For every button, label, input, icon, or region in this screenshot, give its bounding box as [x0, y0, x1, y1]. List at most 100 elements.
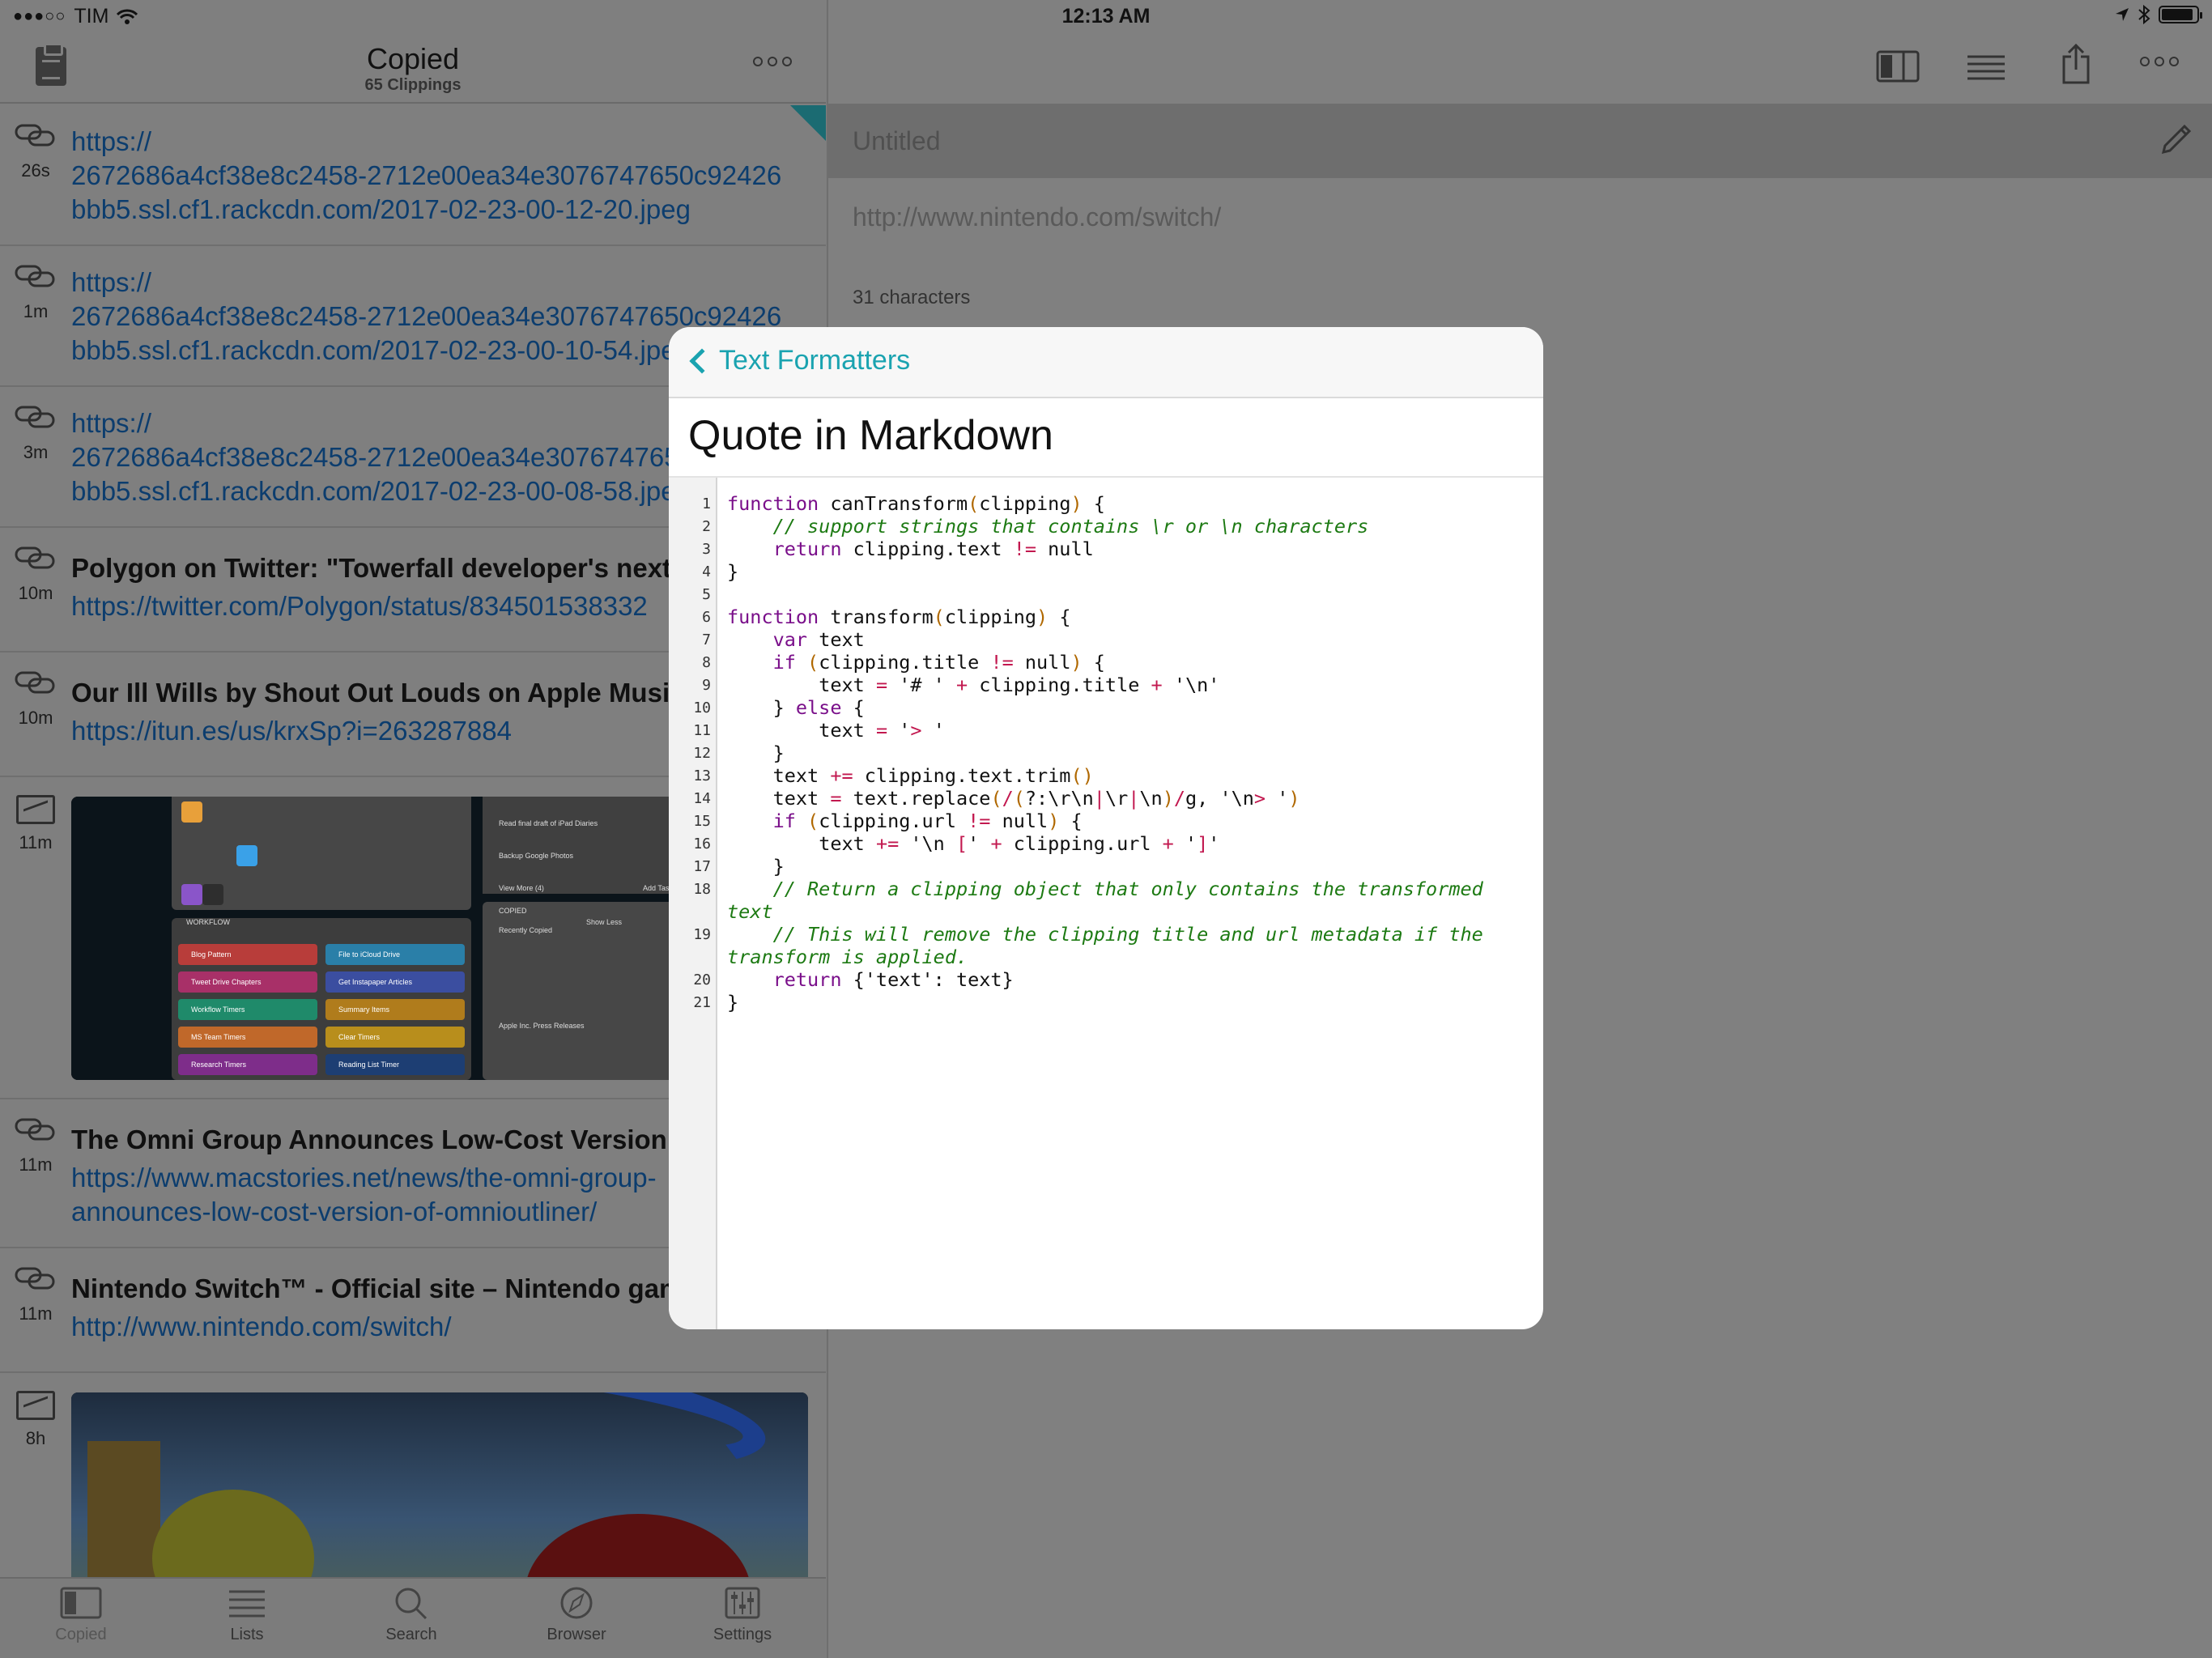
- code-token: ): [1070, 492, 1083, 515]
- code-token: {'text': text}: [841, 968, 1014, 991]
- code-editor[interactable]: 1 function canTransform(clipping) {2 // s…: [669, 478, 1543, 1329]
- clipping-age: 10m: [18, 583, 53, 603]
- pencil-icon[interactable]: [2157, 121, 2194, 159]
- code-token: ': [968, 832, 991, 855]
- link-icon: [15, 1117, 55, 1141]
- tab-settings[interactable]: Settings: [682, 1587, 803, 1644]
- clipping-title-field[interactable]: Untitled: [853, 126, 941, 156]
- code-token: (: [807, 810, 819, 832]
- code-token: !=: [990, 651, 1014, 674]
- code-token: }: [727, 742, 785, 764]
- code-line: 21}: [669, 991, 1543, 1014]
- code-text: // This will remove the clipping title a…: [727, 923, 1511, 968]
- popover-nav-bar: Text Formatters: [669, 327, 1543, 398]
- workflow-action-button: Tweet Drive Chapters: [178, 971, 317, 993]
- battery-icon: [2159, 6, 2202, 23]
- code-text: }: [727, 991, 1511, 1014]
- tab-search[interactable]: Search: [351, 1587, 472, 1644]
- code-token: function: [727, 492, 819, 515]
- code-line: 6 function transform(clipping) {: [669, 606, 1543, 628]
- code-token: {: [1048, 606, 1071, 628]
- thumbnail-text: View More (4): [499, 884, 544, 892]
- thumbnail-text: WORKFLOW: [186, 918, 230, 926]
- workflow-action-button: Summary Items: [325, 999, 465, 1020]
- clippings-nav-bar: Copied 65 Clippings: [0, 32, 826, 104]
- clipping-url[interactable]: 2672686a4cf38e8c2458-2712e00ea34e3076747…: [71, 159, 826, 193]
- code-token: !=: [968, 810, 991, 832]
- code-token: [: [955, 832, 968, 855]
- clipping-row[interactable]: 26s https://2672686a4cf38e8c2458-2712e00e…: [0, 105, 826, 246]
- code-line: 7 var text: [669, 628, 1543, 651]
- more-icon[interactable]: [753, 57, 792, 66]
- workflow-action-button: Research Timers: [178, 1054, 317, 1075]
- tab-label: Copied: [55, 1626, 107, 1643]
- clipping-url[interactable]: https://: [71, 125, 826, 159]
- code-token: // This will remove the clipping title a…: [727, 923, 1495, 968]
- app-icon: [181, 884, 202, 905]
- code-token: // Return a clipping object that only co…: [727, 878, 1495, 923]
- code-token: ): [1288, 787, 1300, 810]
- game-thumbnail[interactable]: [71, 1392, 808, 1577]
- code-token: +: [990, 832, 1002, 855]
- clipping-age: 8h: [25, 1428, 46, 1448]
- code-text: return clipping.text != null: [727, 538, 1511, 560]
- line-number: 11: [693, 722, 711, 739]
- code-text: text = text.replace(/(?:\r\n|\r|\n)/g, '…: [727, 787, 1511, 810]
- code-token: else: [795, 696, 842, 719]
- tab-browser[interactable]: Browser: [516, 1587, 637, 1644]
- clock: 12:13 AM: [1061, 5, 1151, 28]
- lists-icon: [226, 1587, 268, 1619]
- clipping-content[interactable]: http://www.nintendo.com/switch/: [853, 202, 1221, 232]
- code-line: 10 } else {: [669, 696, 1543, 719]
- code-line: 16 text += '\n [' + clipping.url + ']': [669, 832, 1543, 855]
- code-lines[interactable]: 1 function canTransform(clipping) {2 // s…: [669, 492, 1543, 1014]
- code-text: }: [727, 560, 1511, 583]
- link-icon: [15, 123, 55, 147]
- code-token: (: [807, 651, 819, 674]
- thumbnail-text: COPIED: [499, 907, 527, 915]
- image-icon: [16, 795, 55, 824]
- code-token: |: [1128, 787, 1140, 810]
- list-lines-icon[interactable]: [1966, 50, 2006, 83]
- code-token: ): [1036, 606, 1049, 628]
- tab-lists[interactable]: Lists: [186, 1587, 308, 1644]
- code-token: // support strings that contains \r or \…: [772, 515, 1369, 538]
- back-button[interactable]: Text Formatters: [687, 345, 910, 376]
- chevron-left-icon: [689, 347, 715, 374]
- code-text: } else {: [727, 696, 1511, 719]
- code-text: function canTransform(clipping) {: [727, 492, 1511, 515]
- clipping-row[interactable]: 8h: [0, 1373, 826, 1577]
- code-text: var text: [727, 628, 1511, 651]
- location-icon: [2116, 8, 2129, 21]
- link-icon: [15, 1266, 55, 1290]
- tab-copied[interactable]: Copied: [20, 1587, 142, 1644]
- code-token: !=: [1013, 538, 1037, 560]
- code-token: \n: [1139, 787, 1163, 810]
- code-line: 15 if (clipping.url != null) {: [669, 810, 1543, 832]
- clipping-url[interactable]: https://: [71, 266, 826, 300]
- code-token: (: [933, 606, 945, 628]
- workflow-action-button: Get Instapaper Articles: [325, 971, 465, 993]
- code-text: return {'text': text}: [727, 968, 1511, 991]
- code-token: ): [1162, 787, 1174, 810]
- code-token: }: [727, 696, 796, 719]
- code-line: 14 text = text.replace(/(?:\r\n|\r|\n)/g…: [669, 787, 1543, 810]
- sidebar-toggle-icon[interactable]: [1876, 50, 1920, 83]
- clipping-age: 11m: [19, 1303, 53, 1324]
- formatter-title[interactable]: Quote in Markdown: [688, 411, 1053, 460]
- line-number: 10: [693, 699, 711, 716]
- clippings-count: 65 Clippings: [364, 76, 462, 94]
- share-icon[interactable]: [2061, 44, 2091, 84]
- detail-more-icon[interactable]: [2140, 57, 2179, 66]
- clipping-title-row[interactable]: Untitled: [828, 104, 2212, 178]
- code-token: clipping.text: [841, 538, 1014, 560]
- code-token: g, '\n: [1185, 787, 1254, 810]
- app-icon: [236, 845, 257, 866]
- code-token: }: [727, 855, 785, 878]
- clipping-url[interactable]: bbb5.ssl.cf1.rackcdn.com/2017-02-23-00-1…: [71, 193, 826, 227]
- line-number: 17: [693, 858, 711, 875]
- thumbnail-text: Read final draft of iPad Diaries: [499, 819, 598, 827]
